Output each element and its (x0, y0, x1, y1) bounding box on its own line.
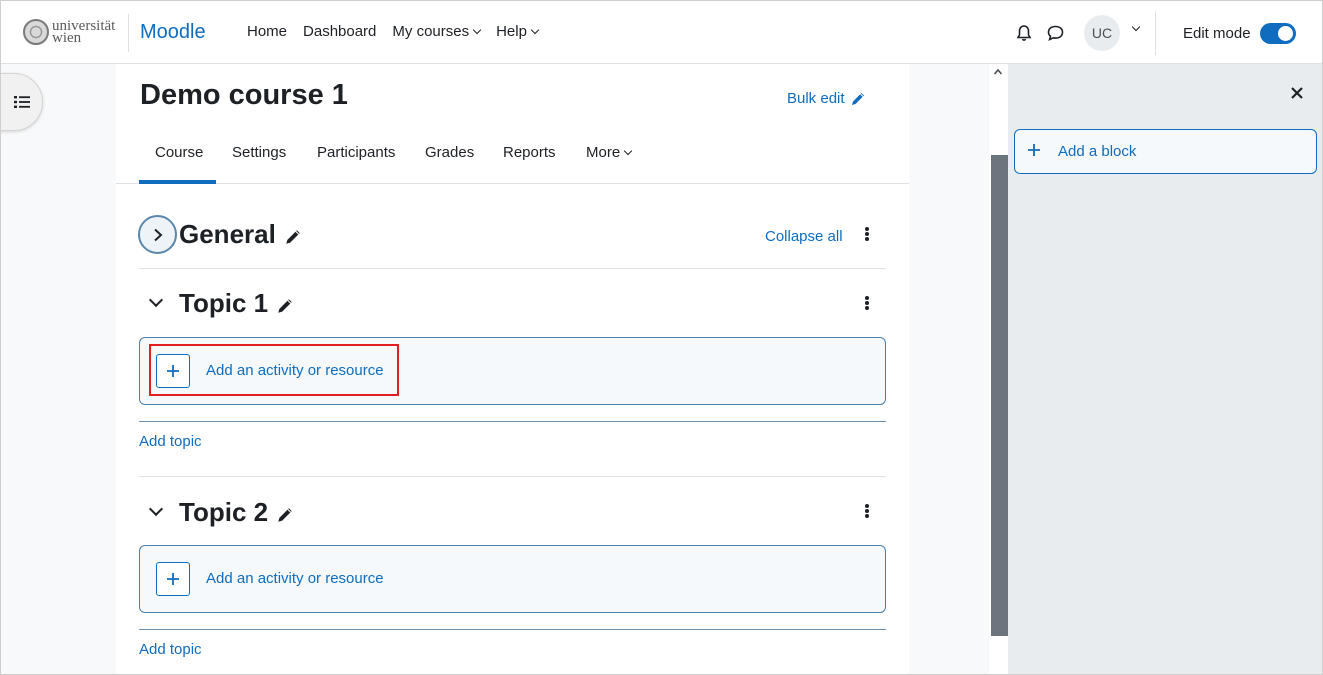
chevron-down-icon (530, 25, 540, 34)
section-header-topic1: Topic 1 (179, 288, 294, 319)
section-actions-kebab-icon[interactable] (864, 226, 870, 244)
user-menu-chevron-down-icon[interactable] (1131, 22, 1141, 32)
tab-course-label: Course (155, 144, 204, 161)
nav-dashboard-label: Dashboard (303, 23, 377, 40)
nav-my-courses-label: My courses (392, 23, 470, 40)
message-bubble-icon[interactable] (1046, 24, 1065, 42)
plus-icon (1028, 144, 1040, 156)
section-title-topic1: Topic 1 (179, 288, 269, 318)
section-title-general: General (179, 219, 276, 249)
plus-icon (156, 562, 190, 596)
highlight-box (149, 344, 399, 396)
list-icon (14, 96, 30, 108)
chevron-down-icon (472, 25, 482, 34)
section-header-topic2: Topic 2 (179, 497, 294, 528)
page-gutter-left (1, 64, 116, 674)
general-section-expand-toggle[interactable] (138, 215, 177, 254)
close-icon[interactable] (1289, 85, 1305, 101)
browser-frame: universität wien Moodle Home Dashboard M… (0, 0, 1323, 675)
tab-participants-label: Participants (317, 144, 396, 161)
edit-mode-toggle[interactable] (1260, 23, 1296, 44)
section-divider (139, 476, 886, 477)
tab-settings-label: Settings (232, 144, 287, 161)
tab-course[interactable]: Course (155, 144, 203, 161)
nav-home-label: Home (247, 23, 288, 40)
chevron-down-icon (623, 146, 633, 155)
edit-mode-label: Edit mode (1183, 25, 1251, 42)
bell-icon[interactable] (1015, 24, 1033, 42)
edit-title-pencil-icon[interactable] (276, 506, 294, 524)
section-divider (139, 421, 886, 422)
tab-reports-label: Reports (503, 144, 556, 161)
add-block-button[interactable]: Add a block (1014, 129, 1317, 174)
tab-more-label: More (586, 144, 621, 161)
active-tab-indicator (139, 180, 216, 184)
edit-title-pencil-icon[interactable] (276, 297, 294, 315)
chevron-right-icon (153, 228, 162, 241)
tab-reports[interactable]: Reports (503, 144, 556, 161)
nav-divider (1155, 11, 1156, 55)
university-seal-icon (23, 19, 49, 45)
logo-text: universität wien (52, 19, 115, 46)
topic1-add-topic-link[interactable]: Add topic (139, 433, 202, 450)
tab-more[interactable]: More (586, 144, 633, 161)
page-gutter-right (909, 64, 989, 674)
nav-help-label: Help (496, 23, 527, 40)
nav-divider (128, 14, 129, 52)
bulk-edit-label: Bulk edit (787, 90, 845, 107)
scroll-up-arrow-icon[interactable] (993, 67, 1003, 77)
tab-participants[interactable]: Participants (317, 144, 395, 161)
section-divider (139, 629, 886, 630)
primary-navigation: Home Dashboard My courses Help (247, 23, 554, 40)
avatar-initials: UC (1091, 25, 1113, 41)
topic2-add-topic-link[interactable]: Add topic (139, 641, 202, 658)
tab-grades[interactable]: Grades (425, 144, 474, 161)
tab-grades-label: Grades (425, 144, 475, 161)
nav-help[interactable]: Help (496, 23, 540, 40)
topic1-actions-kebab-icon[interactable] (864, 295, 870, 313)
page-title: Demo course 1 (140, 79, 348, 111)
collapse-all-link[interactable]: Collapse all (765, 228, 843, 245)
pencil-icon (851, 92, 864, 105)
university-logo[interactable]: universität wien (23, 17, 119, 47)
page-scrollbar-thumb[interactable] (991, 155, 1008, 636)
add-activity-label: Add an activity or resource (206, 570, 384, 587)
tab-settings[interactable]: Settings (232, 144, 286, 161)
edit-title-pencil-icon[interactable] (284, 228, 302, 246)
site-brand[interactable]: Moodle (140, 21, 206, 44)
top-navbar: universität wien Moodle Home Dashboard M… (1, 1, 1322, 64)
topic2-add-activity-button[interactable]: Add an activity or resource (139, 545, 886, 613)
section-header-general: General (179, 219, 302, 250)
topic2-actions-kebab-icon[interactable] (864, 503, 870, 521)
user-avatar[interactable]: UC (1084, 15, 1120, 51)
section-title-topic2: Topic 2 (179, 497, 269, 527)
section-divider (139, 268, 886, 269)
nav-my-courses[interactable]: My courses (392, 23, 482, 40)
nav-home[interactable]: Home (247, 23, 287, 40)
secondary-navigation: Course Settings Participants Grades Repo… (116, 131, 909, 184)
bulk-edit-button[interactable]: Bulk edit (787, 90, 866, 107)
add-block-label: Add a block (1058, 143, 1137, 160)
nav-dashboard[interactable]: Dashboard (303, 23, 376, 40)
